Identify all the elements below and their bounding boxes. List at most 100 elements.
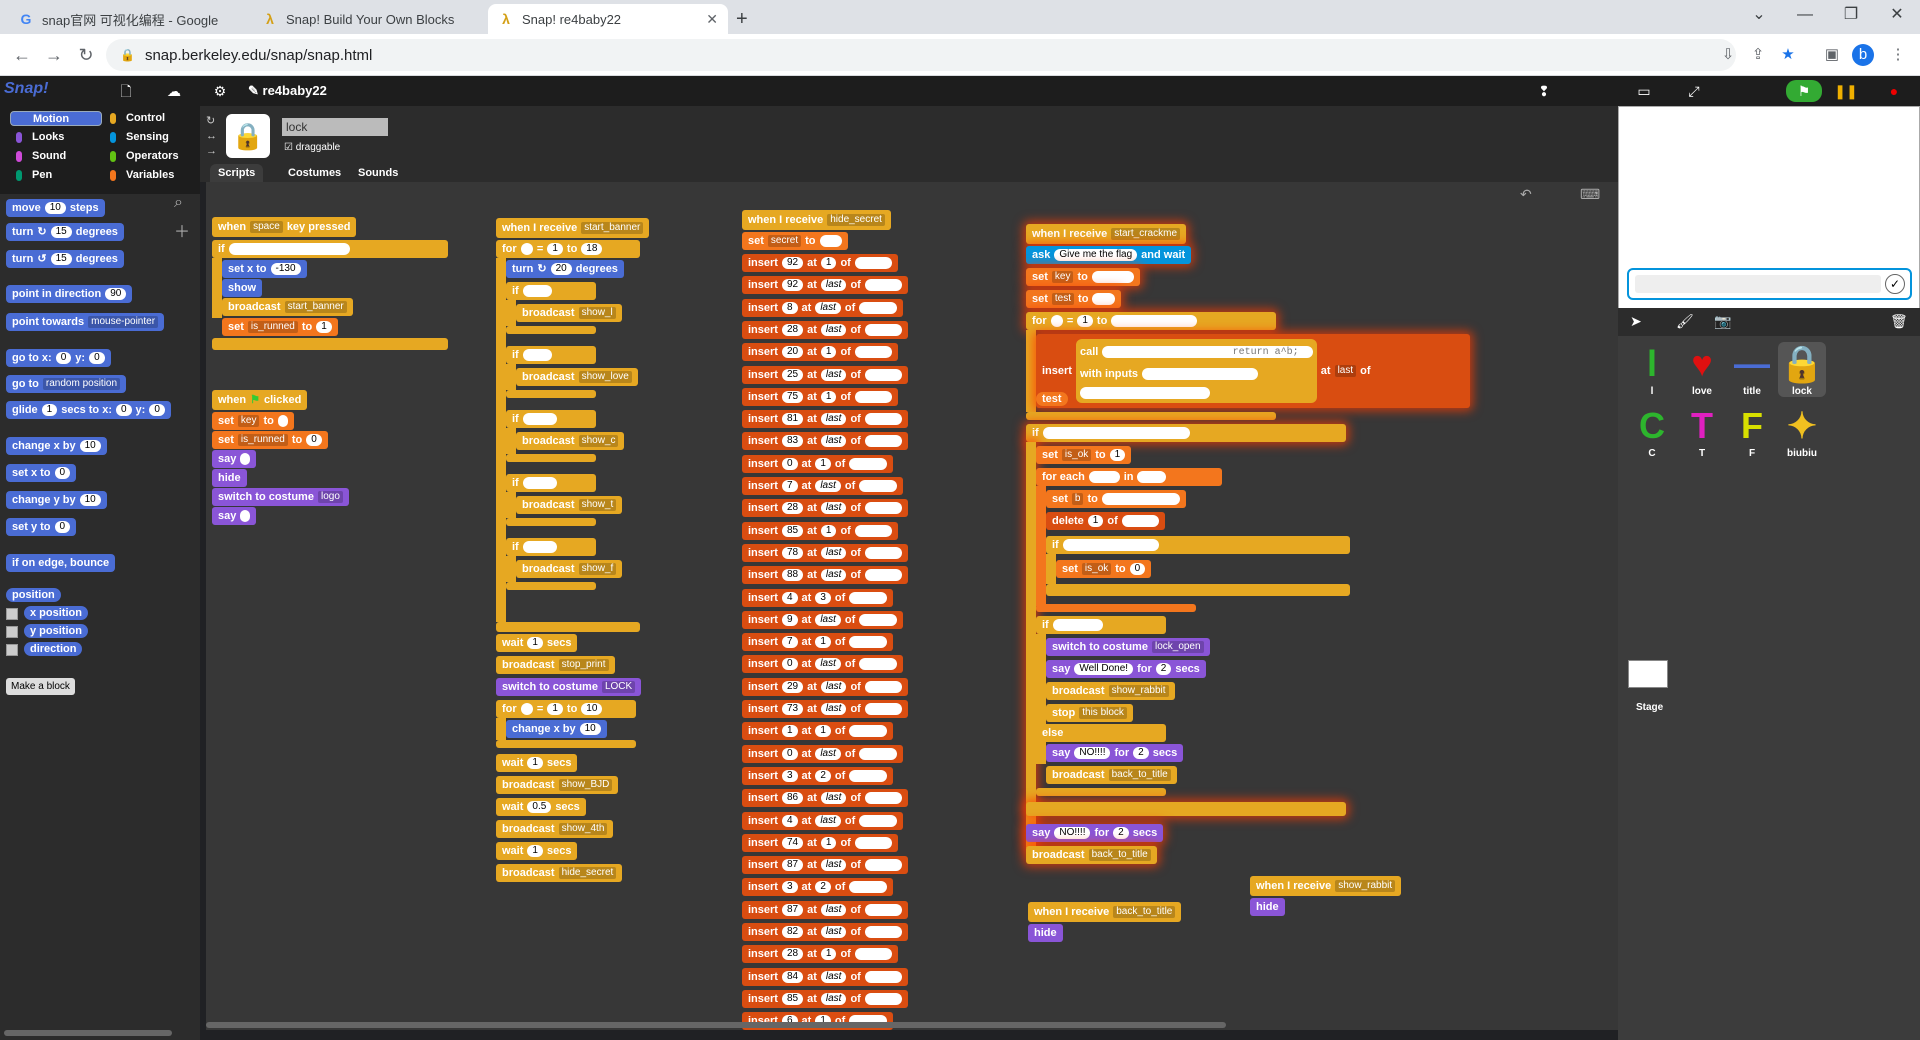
hat-when-key-pressed[interactable]: when space key pressed [212, 217, 357, 237]
slot[interactable]: last [820, 992, 847, 1005]
dropdown[interactable]: show_love [578, 371, 632, 383]
var[interactable]: secret [864, 992, 903, 1005]
dropdown[interactable]: show_BJD [558, 779, 613, 791]
slot[interactable]: last [820, 279, 847, 292]
keyboard-icon[interactable]: ⌨ [1580, 186, 1600, 203]
dropdown[interactable]: show_f [578, 563, 617, 575]
block-insert[interactable]: insert 88 at last of secret [742, 566, 909, 585]
scripts-area[interactable]: ↶ ⌨ when space key pressed if is_runned ide… [206, 182, 1618, 1030]
checkbox-direction[interactable] [6, 644, 18, 656]
block-broadcast[interactable]: broadcast show_l [516, 304, 622, 322]
slot[interactable]: last [820, 970, 847, 983]
ask-answer-field[interactable] [1635, 275, 1881, 293]
var[interactable]: secret [864, 569, 903, 582]
tab-costumes[interactable]: Costumes [280, 164, 349, 182]
slot[interactable]: 1 [1109, 449, 1126, 461]
block-insert[interactable]: insert 3 at 2 of secret [742, 766, 893, 785]
dropdown[interactable]: key [1051, 271, 1074, 283]
dropdown[interactable]: is_ok [1081, 563, 1112, 575]
var[interactable]: i [1050, 315, 1063, 327]
category-variables[interactable]: Variables [104, 168, 196, 183]
hat-when-i-receive[interactable]: when I receive hide_secret [742, 210, 891, 230]
block-insert[interactable]: insert 0 at last of secret [742, 655, 903, 674]
slot[interactable]: 1 [820, 390, 837, 403]
answer-reporter[interactable]: answer [1091, 271, 1135, 283]
slot[interactable]: 20 [781, 346, 804, 359]
slot[interactable]: 0 [306, 434, 322, 446]
var[interactable]: i [520, 703, 533, 715]
tab-search-icon[interactable]: ⌄ [1736, 0, 1782, 34]
block-if[interactable]: if i = 3 [506, 282, 596, 300]
reporter-y-position[interactable]: y position [24, 624, 88, 638]
category-pen[interactable]: Pen [10, 168, 102, 183]
block-broadcast[interactable]: broadcast hide_secret [496, 864, 623, 882]
slot[interactable]: last [820, 569, 847, 582]
slot[interactable]: -130 [270, 263, 301, 275]
slot[interactable]: 0 [55, 352, 72, 364]
slot[interactable]: 7 [781, 480, 798, 492]
slot[interactable]: 1 [820, 257, 837, 269]
side-panel-icon[interactable]: ▣ [1820, 43, 1844, 67]
dropdown[interactable]: is_runned [247, 321, 298, 333]
var[interactable]: secret [849, 881, 887, 894]
slot[interactable]: 1 [820, 346, 837, 359]
hat-when-i-receive[interactable]: when I receive start_banner [496, 218, 650, 238]
dropdown[interactable]: back_to_title [1088, 849, 1151, 861]
block-change-x[interactable]: change x by 10 [506, 720, 607, 738]
block-set-x[interactable]: set x to -130 [222, 260, 307, 278]
var[interactable]: secret [859, 747, 897, 760]
slot[interactable]: 75 [781, 390, 804, 403]
block-insert[interactable]: insert 7 at 1 of secret [742, 633, 893, 652]
slot[interactable]: 2 [815, 881, 831, 894]
block-if-length[interactable]: if length of test = length of secret [1026, 424, 1346, 442]
block-broadcast[interactable]: broadcast show_BJD [496, 776, 619, 794]
dropdown[interactable]: test [1051, 293, 1075, 305]
var[interactable]: secret [859, 301, 897, 314]
dropdown[interactable]: logo [317, 491, 343, 503]
sprite-f[interactable]: F F [1728, 404, 1776, 459]
or-predicate[interactable]: item < b or item > b [1062, 539, 1159, 551]
block-if[interactable]: if i = 18 [506, 538, 596, 556]
slot[interactable]: last [820, 926, 847, 938]
block-insert[interactable]: insert 3 at 2 of secret [742, 878, 893, 897]
slot[interactable]: 3 [781, 881, 798, 894]
ask-input-box[interactable]: ✓ [1627, 268, 1912, 300]
trash-icon[interactable]: 🗑 [1890, 313, 1908, 330]
slot[interactable]: 4 [781, 591, 798, 604]
slot[interactable]: 15 [50, 226, 72, 238]
category-motion[interactable]: Motion [10, 111, 102, 126]
slot[interactable]: 88 [781, 569, 804, 582]
slot[interactable]: 87 [781, 903, 804, 916]
block-insert[interactable]: insert 75 at 1 of secret [742, 387, 899, 406]
slot[interactable]: 78 [781, 546, 804, 559]
slot[interactable]: 1 [547, 703, 563, 715]
slot[interactable]: 1 [820, 948, 837, 961]
equals-predicate[interactable]: length of test = length of secret [1042, 427, 1190, 439]
block-broadcast[interactable]: broadcast show_t [516, 496, 623, 514]
block-insert[interactable]: insert 73 at last of secret [742, 700, 909, 718]
block-wait[interactable]: wait 0.5 secs [496, 798, 586, 816]
reload-icon[interactable]: ↻ [74, 43, 98, 67]
slot[interactable]: last [815, 613, 841, 626]
slot[interactable]: 0 [1129, 563, 1146, 575]
var[interactable]: secret [864, 368, 903, 381]
predicate[interactable]: is_runned identical to 0 ? [228, 243, 350, 255]
new-tab-button[interactable]: + [736, 8, 748, 31]
profile-avatar[interactable]: b [1852, 44, 1874, 66]
sprite-lock[interactable]: 🔒 lock [1778, 342, 1826, 397]
block-insert[interactable]: insert 9 at last of secret [742, 610, 903, 629]
slot[interactable]: 2 [815, 769, 831, 782]
var[interactable]: secret [864, 502, 903, 515]
call-reporter[interactable]: call JavaScript function ( a b ) { return… [1075, 339, 1317, 403]
block-insert[interactable]: insert 20 at 1 of secret [742, 343, 899, 362]
checkbox-y-position[interactable] [6, 626, 18, 638]
var[interactable]: secret [864, 859, 903, 872]
block-turn[interactable]: turn ↻ 20 degrees [506, 260, 624, 278]
slot[interactable] [240, 510, 251, 522]
slot[interactable]: last [815, 814, 841, 827]
var[interactable]: secret [849, 591, 887, 604]
reporter-x-position[interactable]: x position [24, 606, 88, 620]
add-block-icon[interactable]: ＋ [174, 218, 190, 242]
tab-scripts[interactable]: Scripts [210, 164, 264, 182]
block-switch-costume[interactable]: switch to costume LOCK [496, 678, 642, 696]
